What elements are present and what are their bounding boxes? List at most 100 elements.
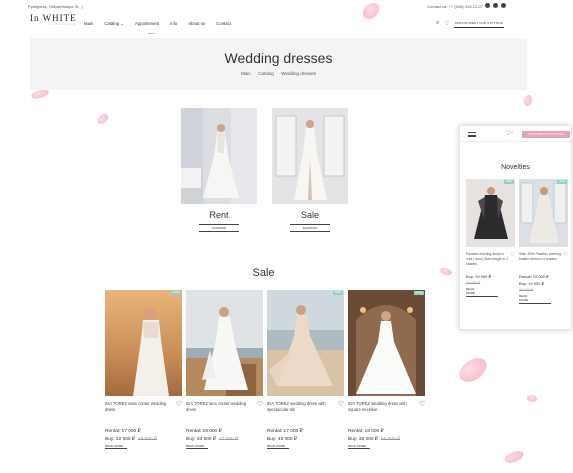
read-more-link[interactable]: READ MORE	[466, 287, 482, 295]
old-price: 24 000 ₽	[466, 281, 481, 285]
buy-price: Buy: 19 900 ₽	[466, 274, 492, 279]
novelties-list: NEW ♡ Pavaton evening dress in mini | mo…	[466, 179, 568, 304]
breadcrumb: Main · Catalog · Wedding dresses	[241, 71, 316, 76]
heart-icon[interactable]: ♡	[444, 20, 449, 27]
product-card[interactable]: SALE IDA TOREZ wedding dress with specta…	[267, 290, 344, 449]
product-name[interactable]: Pavaton evening dress in mini | mod | Ma…	[466, 252, 510, 272]
petal-decoration	[526, 393, 538, 404]
heart-icon[interactable]: ♡	[176, 400, 182, 408]
product-name[interactable]: IDA TOREZ wedding dress with spectacular…	[267, 401, 332, 413]
read-more-link[interactable]: READ MORE	[519, 294, 535, 302]
section-title-sale: Sale	[252, 267, 275, 279]
petal-decoration	[30, 88, 50, 100]
product-image[interactable]: NEW	[519, 179, 568, 247]
product-image[interactable]: NEW	[466, 179, 515, 247]
header-icons: ⌕ ♡	[436, 20, 450, 27]
social-links	[485, 3, 506, 8]
product-image[interactable]	[186, 290, 263, 396]
category-label: Rent	[209, 210, 229, 220]
showing-button[interactable]: SHOWING	[290, 224, 330, 232]
heart-icon[interactable]: ♡	[257, 400, 263, 408]
read-more-link[interactable]: READ MORE	[267, 444, 289, 449]
address-text: Pyatigorsk, Oktyabrskaya St., |	[28, 4, 83, 9]
sale-badge: SALE	[413, 291, 424, 295]
petal-decoration	[524, 95, 532, 106]
heart-icon[interactable]: ♡	[338, 400, 344, 408]
instagram-icon[interactable]	[501, 3, 506, 8]
heart-icon[interactable]: ♡	[505, 130, 510, 137]
breadcrumb-main[interactable]: Main	[241, 71, 251, 76]
category-sale[interactable]: Sale SHOWING	[272, 108, 348, 232]
category-image[interactable]	[181, 108, 257, 204]
menu-icon[interactable]	[468, 132, 476, 137]
sale-badge: SALE	[332, 291, 343, 295]
mobile-appointment-button[interactable]: APPOINTMENT FOR A FITTING	[522, 131, 570, 138]
heart-icon[interactable]: ♡	[419, 400, 425, 408]
buy-price-value: Buy: 48 000 ₽	[267, 437, 297, 442]
product-image[interactable]: SALE	[267, 290, 344, 396]
breadcrumb-current: Wedding dresses	[281, 71, 316, 76]
novelty-card[interactable]: NEW ♡ Pavaton evening dress in mini | mo…	[466, 179, 515, 304]
rental-price: Rental: 19 000 ₽	[348, 429, 384, 434]
product-name[interactable]: IDA TOREZ lace corset wedding dress	[186, 401, 251, 413]
product-card[interactable]: SALE IDA TOREZ satin corset wedding dres…	[105, 290, 182, 449]
product-name[interactable]: IDA TOREZ satin corset wedding dress	[105, 401, 170, 413]
nav-item-catalog[interactable]: Catalog ⌄	[104, 21, 124, 27]
nav-active-indicator	[148, 33, 154, 34]
product-card[interactable]: SALE IDA TOREZ wedding dress with square…	[348, 290, 425, 449]
buy-price: Buy: 32 000 ₽49 000 ₽	[105, 437, 182, 442]
product-name[interactable]: Sale -50% Pavaton evening bustier dress …	[519, 252, 563, 272]
showing-button[interactable]: SHOWING	[199, 224, 239, 232]
read-more-link[interactable]: READ MORE	[348, 444, 370, 449]
sale-badge: SALE	[170, 291, 181, 295]
breadcrumb-catalog[interactable]: Catalog	[258, 71, 274, 76]
nav-item-about[interactable]: About us	[188, 21, 205, 27]
product-image[interactable]: SALE	[348, 290, 425, 396]
rental-price: Rental: 17 000 ₽	[267, 429, 303, 434]
old-price: 55 000 ₽	[381, 437, 401, 442]
read-more-link[interactable]: READ MORE	[105, 444, 127, 449]
old-price: 24 000 ₽	[519, 288, 534, 292]
old-price: 47 000 ₽	[219, 437, 239, 442]
whatsapp-icon[interactable]	[493, 3, 498, 8]
old-price: 49 000 ₽	[138, 437, 158, 442]
site-logo[interactable]: In WHITE collection	[30, 13, 77, 26]
new-badge: NEW	[504, 180, 514, 184]
heart-icon[interactable]: ♡	[564, 252, 568, 258]
telegram-icon[interactable]	[485, 3, 490, 8]
buy-price-value: Buy: 35 000 ₽	[348, 437, 378, 442]
contact-phone[interactable]: Contact us: +7 (928) 319-12-07	[427, 4, 483, 9]
nav-item-contact[interactable]: Contact	[216, 21, 231, 27]
buy-price: Buy: 35 000 ₽55 000 ₽	[348, 437, 425, 442]
search-icon[interactable]: ⌕	[436, 20, 439, 27]
buy-price: Buy: 33 900 ₽47 000 ₽	[186, 437, 263, 442]
product-name[interactable]: IDA TOREZ wedding dress with square neck…	[348, 401, 413, 413]
page-hero: Wedding dresses Main · Catalog · Wedding dre…	[30, 38, 527, 90]
buy-price-value: Buy: 33 900 ₽	[186, 437, 216, 442]
novelty-card[interactable]: NEW ♡ Sale -50% Pavaton evening bustier …	[519, 179, 568, 304]
novelties-title: Novelties	[501, 164, 530, 171]
read-more-link[interactable]: READ MORE	[186, 444, 208, 449]
rental-price: Rental: 15 000 ₽	[519, 274, 549, 279]
rental-price: Rental: 17 000 ₽	[105, 429, 141, 434]
nav-item-main[interactable]: Main	[84, 21, 93, 27]
heart-icon[interactable]: ♡	[511, 252, 515, 258]
category-label: Sale	[300, 210, 319, 220]
read-more-underline	[466, 296, 498, 297]
petal-decoration	[455, 354, 491, 386]
read-more-underline	[519, 303, 551, 304]
buy-price-value: Buy: 32 000 ₽	[105, 437, 135, 442]
page-title: Wedding dresses	[224, 50, 333, 66]
product-card[interactable]: IDA TOREZ lace corset wedding dress ♡ Re…	[186, 290, 263, 449]
category-image[interactable]	[272, 108, 348, 204]
product-image[interactable]: SALE	[105, 290, 182, 396]
petal-decoration	[503, 449, 525, 465]
page: Pyatigorsk, Oktyabrskaya St., | Contact …	[0, 0, 573, 473]
buy-price: Buy: 48 000 ₽	[267, 437, 344, 442]
mobile-header: ♡ 0 APPOINTMENT FOR A FITTING	[460, 126, 571, 142]
category-rent[interactable]: Rent SHOWING	[181, 108, 257, 232]
nav-item-appointment[interactable]: Appointment	[135, 21, 159, 27]
rental-price: Rental: 19 000 ₽	[186, 429, 222, 434]
nav-item-info[interactable]: Info	[170, 21, 177, 27]
appointment-button[interactable]: APPOINTMENT FOR A FITTING	[454, 19, 504, 28]
